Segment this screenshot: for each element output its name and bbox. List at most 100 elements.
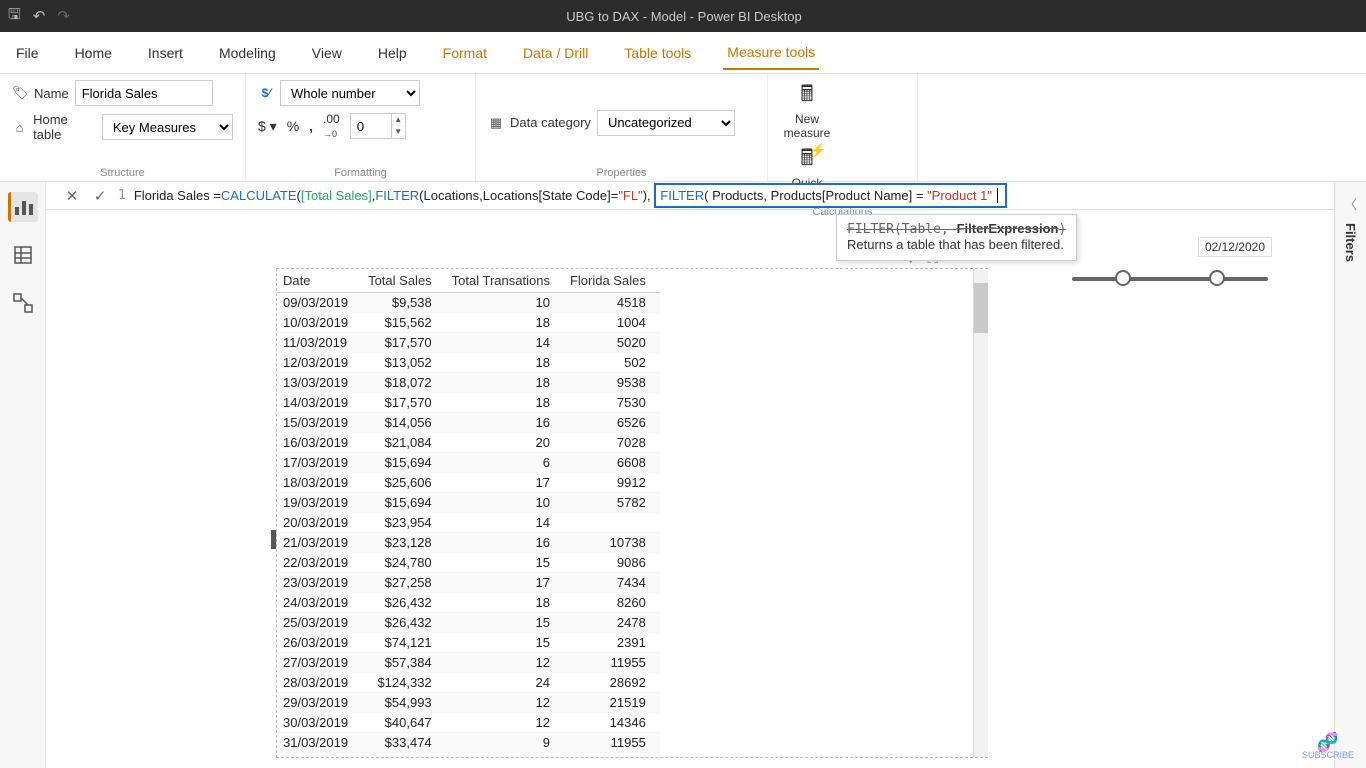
table-row[interactable]: 30/03/2019$40,6471214346 bbox=[277, 713, 660, 733]
table-row[interactable]: 09/03/2019$9,538104518 bbox=[277, 293, 660, 313]
format-select[interactable]: Whole number bbox=[280, 80, 420, 106]
cell-value: 16 bbox=[446, 413, 564, 433]
column-header[interactable]: Date bbox=[277, 269, 362, 293]
decimals-up[interactable]: ▲ bbox=[392, 114, 405, 126]
menu-insert[interactable]: Insert bbox=[144, 37, 187, 69]
cell-value: 6526 bbox=[564, 413, 660, 433]
slicer-track[interactable] bbox=[1072, 277, 1268, 281]
cell-value: 12 bbox=[446, 693, 564, 713]
slicer-thumb-left[interactable] bbox=[1115, 270, 1131, 286]
cell-value: $15,562 bbox=[362, 313, 446, 333]
menu-modeling[interactable]: Modeling bbox=[215, 37, 280, 69]
menu-view[interactable]: View bbox=[308, 37, 346, 69]
menu-help[interactable]: Help bbox=[374, 37, 411, 69]
group-structure: Structure bbox=[12, 167, 233, 179]
table-row[interactable]: 11/03/2019$17,570145020 bbox=[277, 333, 660, 353]
cell-date: 17/03/2019 bbox=[277, 453, 362, 473]
table-row[interactable]: 14/03/2019$17,570187530 bbox=[277, 393, 660, 413]
redo-icon[interactable]: ↷ bbox=[57, 7, 70, 25]
cell-date: 14/03/2019 bbox=[277, 393, 362, 413]
expand-filters-icon[interactable]: 〈 bbox=[1344, 194, 1357, 213]
table-row[interactable]: 31/03/2019$33,474911955 bbox=[277, 733, 660, 753]
cell-value: $17,570 bbox=[362, 333, 446, 353]
percent-button[interactable]: % bbox=[287, 118, 299, 134]
slicer-thumb-right[interactable] bbox=[1209, 270, 1225, 286]
data-category-select[interactable]: Uncategorized bbox=[597, 110, 735, 136]
name-input[interactable] bbox=[75, 80, 213, 106]
cell-value: 14346 bbox=[564, 713, 660, 733]
menu-home[interactable]: Home bbox=[71, 37, 116, 69]
home-icon: ⌂ bbox=[12, 120, 27, 135]
cell-value: 18 bbox=[446, 593, 564, 613]
save-icon[interactable]: 🖫 bbox=[8, 4, 21, 29]
date-slicer[interactable]: 09/03/2019 02/12/2020 bbox=[1068, 237, 1272, 281]
formula-commit-icon[interactable]: ✓ bbox=[86, 187, 114, 205]
cell-value: $17,570 bbox=[362, 393, 446, 413]
table-row[interactable]: 25/03/2019$26,432152478 bbox=[277, 613, 660, 633]
menu-measure-tools[interactable]: Measure tools bbox=[723, 36, 819, 70]
cell-value: 18 bbox=[446, 353, 564, 373]
report-view-icon[interactable] bbox=[8, 192, 38, 222]
cell-value: 8260 bbox=[564, 593, 660, 613]
currency-button[interactable]: $ ▾ bbox=[258, 118, 277, 135]
format-icon: $⁄ bbox=[258, 86, 274, 100]
table-row[interactable]: 29/03/2019$54,9931221519 bbox=[277, 693, 660, 713]
cell-value: 7028 bbox=[564, 433, 660, 453]
new-measure-button[interactable]: 🖩 New measure bbox=[780, 82, 834, 140]
calculator-icon: 🖩 bbox=[791, 82, 823, 110]
undo-icon[interactable]: ↶ bbox=[33, 7, 46, 25]
table-row[interactable]: 26/03/2019$74,121152391 bbox=[277, 633, 660, 653]
menu-format[interactable]: Format bbox=[439, 37, 491, 69]
table-row[interactable]: 16/03/2019$21,084207028 bbox=[277, 433, 660, 453]
column-header[interactable]: Total Transations bbox=[446, 269, 564, 293]
table-visual[interactable]: DateTotal SalesTotal TransationsFlorida … bbox=[276, 268, 988, 758]
table-row[interactable]: 19/03/2019$15,694105782 bbox=[277, 493, 660, 513]
table-row[interactable]: 27/03/2019$57,3841211955 bbox=[277, 653, 660, 673]
cell-value: $25,606 bbox=[362, 473, 446, 493]
formula-highlight: FILTER( Products, Products[Product Name]… bbox=[654, 183, 1007, 208]
cell-value: 21519 bbox=[564, 693, 660, 713]
menu-table-tools[interactable]: Table tools bbox=[620, 37, 695, 69]
formula-bar[interactable]: ✕ ✓ 1 Florida Sales = CALCULATE( [Total … bbox=[0, 182, 1366, 210]
table-row[interactable]: 21/03/2019$23,1281610738 bbox=[277, 533, 660, 553]
cell-value: 28692 bbox=[564, 673, 660, 693]
column-header[interactable]: Total Sales bbox=[362, 269, 446, 293]
filters-label: Filters bbox=[1343, 223, 1358, 262]
cell-value: $57,384 bbox=[362, 653, 446, 673]
table-row[interactable]: 12/03/2019$13,05218502 bbox=[277, 353, 660, 373]
data-view-icon[interactable] bbox=[8, 240, 38, 270]
scrollbar-thumb[interactable] bbox=[974, 283, 988, 333]
cell-value: $26,432 bbox=[362, 613, 446, 633]
table-row[interactable]: 23/03/2019$27,258177434 bbox=[277, 573, 660, 593]
table-row[interactable]: 18/03/2019$25,606179912 bbox=[277, 473, 660, 493]
data-table: DateTotal SalesTotal TransationsFlorida … bbox=[277, 269, 660, 753]
tooltip-signature: FILTER(Table, FilterExpression) bbox=[847, 221, 1066, 237]
cell-value: $40,647 bbox=[362, 713, 446, 733]
slicer-end-date[interactable]: 02/12/2020 bbox=[1198, 237, 1272, 257]
cell-value: 2391 bbox=[564, 633, 660, 653]
filters-pane-collapsed[interactable]: 〈 Filters bbox=[1334, 182, 1366, 768]
formula-code[interactable]: Florida Sales = CALCULATE( [Total Sales]… bbox=[134, 183, 1007, 208]
table-row[interactable]: 15/03/2019$14,056166526 bbox=[277, 413, 660, 433]
menu-file[interactable]: File bbox=[12, 37, 43, 69]
table-row[interactable]: 28/03/2019$124,3322428692 bbox=[277, 673, 660, 693]
formula-cancel-icon[interactable]: ✕ bbox=[58, 187, 86, 205]
decimals-down[interactable]: ▼ bbox=[392, 126, 405, 138]
decimals-icon[interactable]: .00→0 bbox=[323, 112, 340, 140]
cell-value: 7530 bbox=[564, 393, 660, 413]
home-table-select[interactable]: Key Measures bbox=[102, 114, 233, 140]
menu-data-drill[interactable]: Data / Drill bbox=[519, 37, 592, 69]
table-row[interactable]: 20/03/2019$23,95414 bbox=[277, 513, 660, 533]
cell-value: 17 bbox=[446, 573, 564, 593]
table-row[interactable]: 17/03/2019$15,69466608 bbox=[277, 453, 660, 473]
cell-date: 27/03/2019 bbox=[277, 653, 362, 673]
model-view-icon[interactable] bbox=[8, 288, 38, 318]
comma-button[interactable]: , bbox=[309, 118, 313, 134]
cell-value: $54,993 bbox=[362, 693, 446, 713]
table-row[interactable]: 13/03/2019$18,072189538 bbox=[277, 373, 660, 393]
table-row[interactable]: 22/03/2019$24,780159086 bbox=[277, 553, 660, 573]
table-row[interactable]: 10/03/2019$15,562181004 bbox=[277, 313, 660, 333]
table-row[interactable]: 24/03/2019$26,432188260 bbox=[277, 593, 660, 613]
cell-value: $15,694 bbox=[362, 493, 446, 513]
column-header[interactable]: Florida Sales bbox=[564, 269, 660, 293]
